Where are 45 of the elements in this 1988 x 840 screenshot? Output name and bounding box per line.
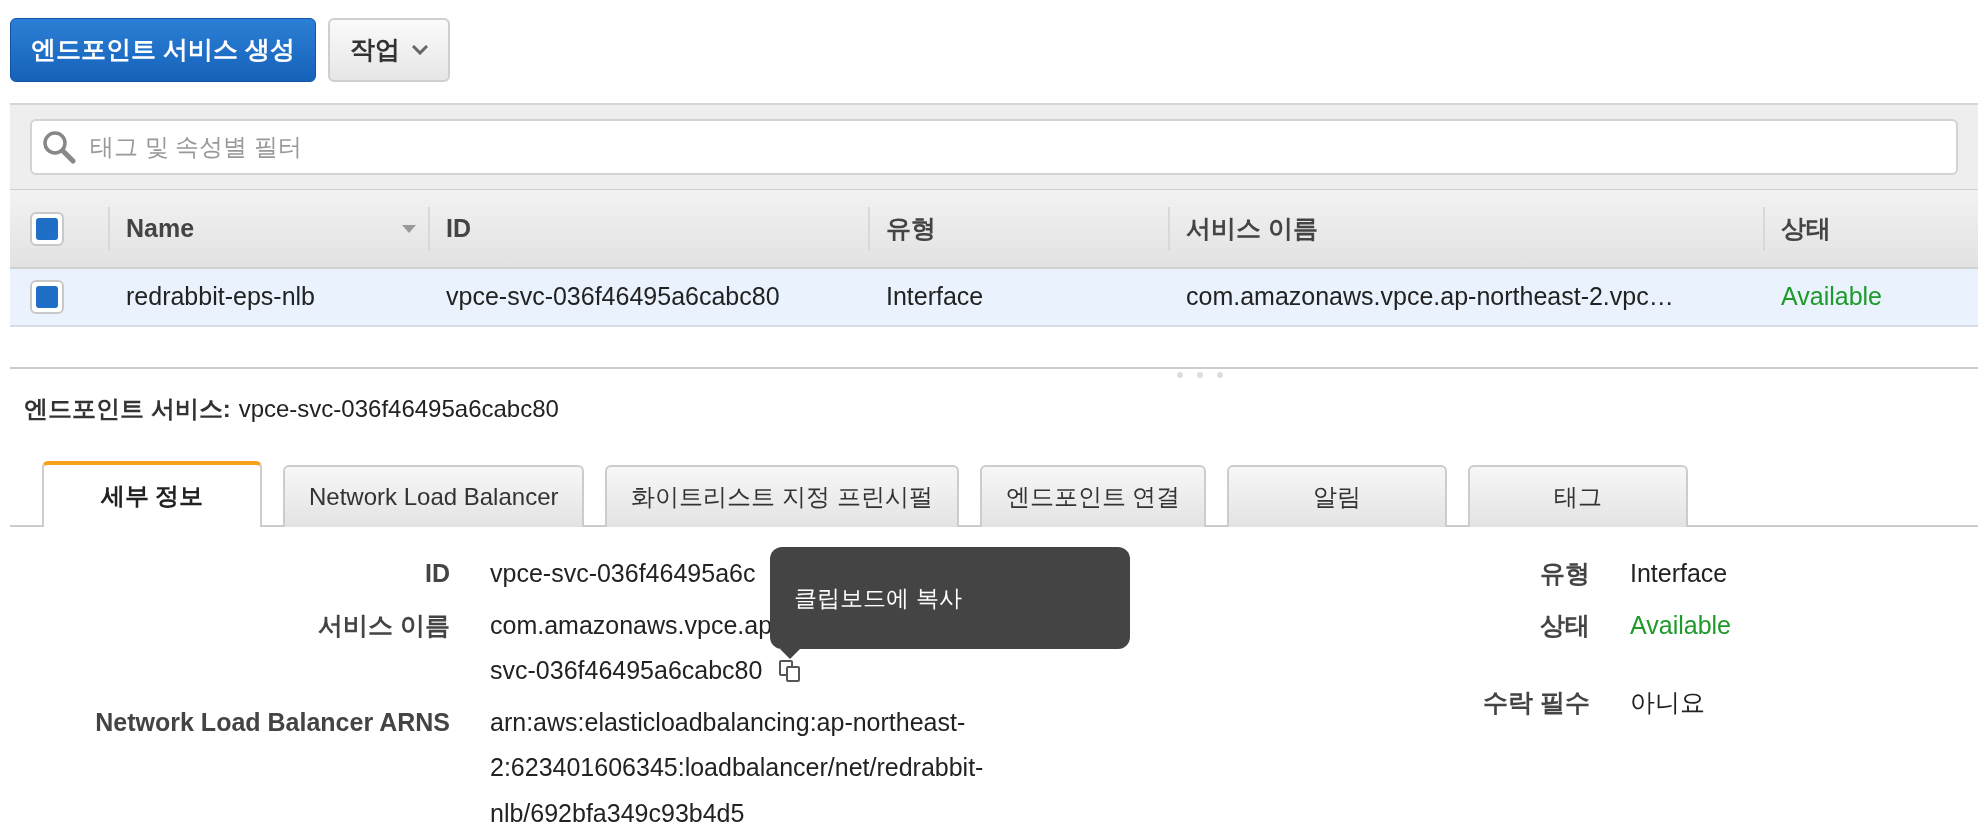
tooltip-arrow-icon [780, 648, 801, 659]
resize-handle-icon[interactable] [1175, 371, 1225, 379]
field-value: vpce-svc-036f46495a6c [490, 558, 756, 589]
create-service-button[interactable]: 엔드포인트 서비스 생성 [10, 18, 316, 82]
tab[interactable]: 엔드포인트 연결 [979, 465, 1207, 527]
tab[interactable]: 태그 [1468, 465, 1689, 527]
field-label: 수락 필수 [1482, 687, 1590, 718]
actions-button[interactable]: 작업 [327, 18, 450, 82]
tab[interactable]: 알림 [1227, 465, 1448, 527]
field-value: Interface [1630, 558, 1729, 589]
filter-field[interactable]: 태그 및 속성별 필터 [30, 119, 1958, 175]
tab[interactable]: 세부 정보 [42, 461, 262, 527]
field-value: 아니요 [1630, 687, 1705, 718]
caret-icon [411, 45, 428, 55]
table-cell: redrabbit-eps-nlb [126, 282, 315, 311]
table-cell: com.amazonaws.vpce.ap-northeast-2.vpc… [1186, 282, 1674, 311]
copy-icon[interactable] [778, 658, 803, 683]
checkbox[interactable] [30, 211, 64, 246]
tab[interactable]: Network Load Balancer [283, 465, 585, 527]
table-cell: vpce-svc-036f46495a6cabc80 [446, 282, 780, 311]
table-cell: Available [1781, 282, 1882, 311]
field-label: Network Load Balancer ARNS [94, 706, 450, 738]
column-header[interactable]: 서비스 이름 [1186, 209, 1318, 248]
tooltip: 클립보드에 복사 [770, 546, 1131, 649]
table-row[interactable]: redrabbit-eps-nlb vpce-svc-036f46495a6cabc80 Interface com.amazonaws.vpce.ap-northeast-2.vpc… Available [10, 269, 1978, 327]
field-value: com.amazonaws.vpce.ap [490, 609, 773, 641]
table-cell: Interface [886, 282, 984, 311]
field-label: 서비스 이름 [317, 609, 450, 641]
field-value: nlb/692bfa349c93b4d5 [490, 797, 745, 829]
details-title-label: 엔드포인트 서비스: [24, 394, 231, 424]
field-value: arn:aws:elasticloadbalancing:ap-northeast- [490, 706, 966, 738]
column-header[interactable]: 유형 [886, 209, 936, 248]
field-value: Available [1630, 609, 1731, 641]
column-header[interactable]: Name [126, 209, 195, 248]
field-label: ID [424, 558, 450, 589]
field-value: 2:623401606345:loadbalancer/net/redrabbit- [490, 752, 984, 783]
tab[interactable]: 화이트리스트 지정 프린시펄 [605, 465, 959, 527]
field-value: svc-036f46495a6cabc80 [490, 655, 763, 686]
field-label: 상태 [1539, 609, 1590, 641]
checkbox[interactable] [30, 280, 64, 314]
column-header[interactable]: 상태 [1781, 209, 1831, 248]
search-icon [42, 130, 76, 164]
details-title-value: vpce-svc-036f46495a6cabc80 [238, 394, 559, 424]
field-label: 유형 [1539, 558, 1590, 589]
column-header[interactable]: ID [446, 209, 471, 248]
